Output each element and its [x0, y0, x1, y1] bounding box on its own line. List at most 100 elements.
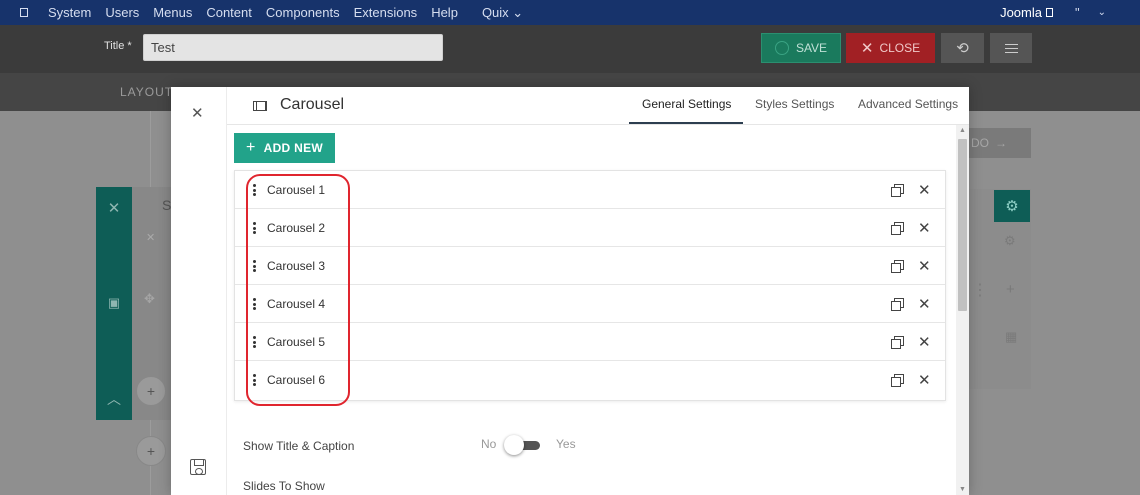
close-label: CLOSE — [879, 41, 921, 55]
duplicate-icon[interactable] — [891, 222, 904, 235]
show-title-caption-toggle[interactable] — [504, 435, 544, 455]
drag-handle-icon[interactable] — [253, 298, 256, 310]
tab-layout[interactable]: LAYOUT — [120, 85, 173, 99]
site-link[interactable]: Joomla — [1000, 5, 1042, 20]
remove-icon[interactable]: ✕ — [918, 219, 931, 237]
external-link-icon — [1045, 8, 1053, 17]
carousel-items-list: Carousel 1 ✕ Carousel 2 ✕ Carousel 3 ✕ C… — [234, 170, 946, 401]
joomla-logo-icon[interactable] — [20, 8, 28, 17]
menu-content[interactable]: Content — [206, 5, 252, 20]
list-item[interactable]: Carousel 1 ✕ — [235, 171, 945, 209]
remove-icon[interactable]: ✕ — [918, 333, 931, 351]
menu-system[interactable]: System — [48, 5, 91, 20]
menu-menus[interactable]: Menus — [153, 5, 192, 20]
duplicate-icon[interactable] — [891, 184, 904, 197]
sync-button[interactable]: ⟲ — [941, 33, 984, 63]
column-settings-button[interactable]: ⚙ — [994, 190, 1030, 222]
modal-scrollbar[interactable]: ▲ ▼ — [956, 125, 969, 495]
toggle-knob — [504, 435, 524, 455]
section-title: S — [162, 197, 172, 213]
admin-menubar: System Users Menus Content Components Ex… — [0, 0, 1140, 25]
modal-body: + ADD NEW Carousel 1 ✕ Carousel 2 ✕ Caro… — [227, 125, 957, 495]
divider — [150, 111, 151, 187]
remove-icon[interactable]: ✕ — [918, 257, 931, 275]
plus-icon: + — [146, 443, 156, 459]
scroll-down-arrow-icon[interactable]: ▼ — [956, 486, 969, 493]
menu-components[interactable]: Components — [266, 5, 340, 20]
add-new-button[interactable]: + ADD NEW — [234, 133, 335, 163]
save-button[interactable]: SAVE — [761, 33, 841, 63]
title-label: Title * — [104, 40, 132, 52]
title-input[interactable] — [143, 34, 443, 61]
close-button[interactable]: ✕ CLOSE — [846, 33, 935, 63]
close-icon[interactable]: ✕ — [191, 104, 204, 122]
save-label: SAVE — [795, 41, 828, 55]
slides-to-show-label: Slides To Show — [243, 479, 325, 493]
arrow-right-icon: → — [995, 136, 1007, 150]
hamburger-icon — [1004, 43, 1018, 53]
tab-styles-settings[interactable]: Styles Settings — [755, 97, 834, 111]
scroll-thumb[interactable] — [958, 139, 967, 311]
builder-next-button[interactable]: DO → — [969, 128, 1031, 158]
remove-section-icon[interactable]: ✕ — [96, 199, 132, 217]
plus-icon: + — [245, 139, 256, 156]
remove-icon[interactable]: ✕ — [918, 181, 931, 199]
drag-handle-icon[interactable] — [253, 336, 256, 348]
menu-users[interactable]: Users — [105, 5, 139, 20]
topbar-right: Joomla " ⌄ — [1000, 0, 1106, 25]
title-toolbar: Title * SAVE ✕ CLOSE ⟲ — [0, 25, 1140, 73]
remove-icon[interactable]: ✕ — [918, 371, 931, 389]
user-menu[interactable]: " — [1075, 5, 1080, 20]
close-icon: ✕ — [860, 40, 874, 57]
gear-icon: ⚙ — [1005, 198, 1019, 215]
menu-help[interactable]: Help — [431, 5, 458, 20]
list-item[interactable]: Carousel 3 ✕ — [235, 247, 945, 285]
toggle-yes-label: Yes — [556, 437, 576, 451]
menu-button[interactable] — [990, 33, 1032, 63]
next-label: DO — [971, 136, 989, 150]
section-toolbar: ✕ ▣ ︿ — [96, 187, 132, 420]
save-icon[interactable] — [190, 459, 206, 475]
show-title-caption-label: Show Title & Caption — [243, 439, 355, 453]
close-icon[interactable]: ✕ — [146, 231, 155, 244]
tab-general-settings[interactable]: General Settings — [642, 97, 731, 111]
list-item[interactable]: Carousel 6 ✕ — [235, 361, 945, 399]
list-item[interactable]: Carousel 4 ✕ — [235, 285, 945, 323]
drag-dots-icon[interactable]: ⋮ — [972, 280, 988, 300]
menu-quix[interactable]: Quix ⌄ — [482, 5, 523, 21]
add-row-button[interactable]: + — [136, 376, 166, 406]
save-icon[interactable]: ▣ — [96, 295, 132, 311]
modal-gutter: ✕ — [171, 87, 227, 495]
item-label: Carousel 3 — [267, 259, 326, 273]
chevron-up-icon[interactable]: ︿ — [96, 389, 132, 409]
drag-handle-icon[interactable] — [253, 184, 256, 196]
duplicate-icon[interactable] — [891, 260, 904, 273]
list-item[interactable]: Carousel 2 ✕ — [235, 209, 945, 247]
tab-advanced-settings[interactable]: Advanced Settings — [858, 97, 958, 111]
remove-icon[interactable]: ✕ — [918, 295, 931, 313]
modal-header: Carousel General Settings Styles Setting… — [227, 87, 969, 125]
add-new-label: ADD NEW — [263, 141, 324, 155]
toggle-no-label: No — [481, 437, 497, 451]
chevron-down-icon[interactable]: ⌄ — [1098, 7, 1106, 18]
active-tab-indicator — [629, 122, 743, 124]
drag-handle-icon[interactable] — [253, 222, 256, 234]
refresh-icon: ⟲ — [956, 40, 969, 57]
scroll-up-arrow-icon[interactable]: ▲ — [956, 127, 969, 134]
item-label: Carousel 1 — [267, 183, 326, 197]
layout-grid-icon[interactable]: ▦ — [1005, 329, 1017, 345]
duplicate-icon[interactable] — [891, 374, 904, 387]
gear-icon[interactable]: ⚙ — [1004, 233, 1016, 249]
spinner-icon — [774, 41, 789, 55]
item-label: Carousel 4 — [267, 297, 326, 311]
move-icon[interactable]: ✥ — [144, 291, 155, 307]
drag-handle-icon[interactable] — [253, 374, 256, 386]
menu-extensions[interactable]: Extensions — [354, 5, 418, 20]
item-label: Carousel 6 — [267, 373, 326, 387]
duplicate-icon[interactable] — [891, 336, 904, 349]
drag-handle-icon[interactable] — [253, 260, 256, 272]
add-section-button[interactable]: + — [136, 436, 166, 466]
duplicate-icon[interactable] — [891, 298, 904, 311]
plus-icon[interactable]: + — [1006, 281, 1015, 298]
list-item[interactable]: Carousel 5 ✕ — [235, 323, 945, 361]
